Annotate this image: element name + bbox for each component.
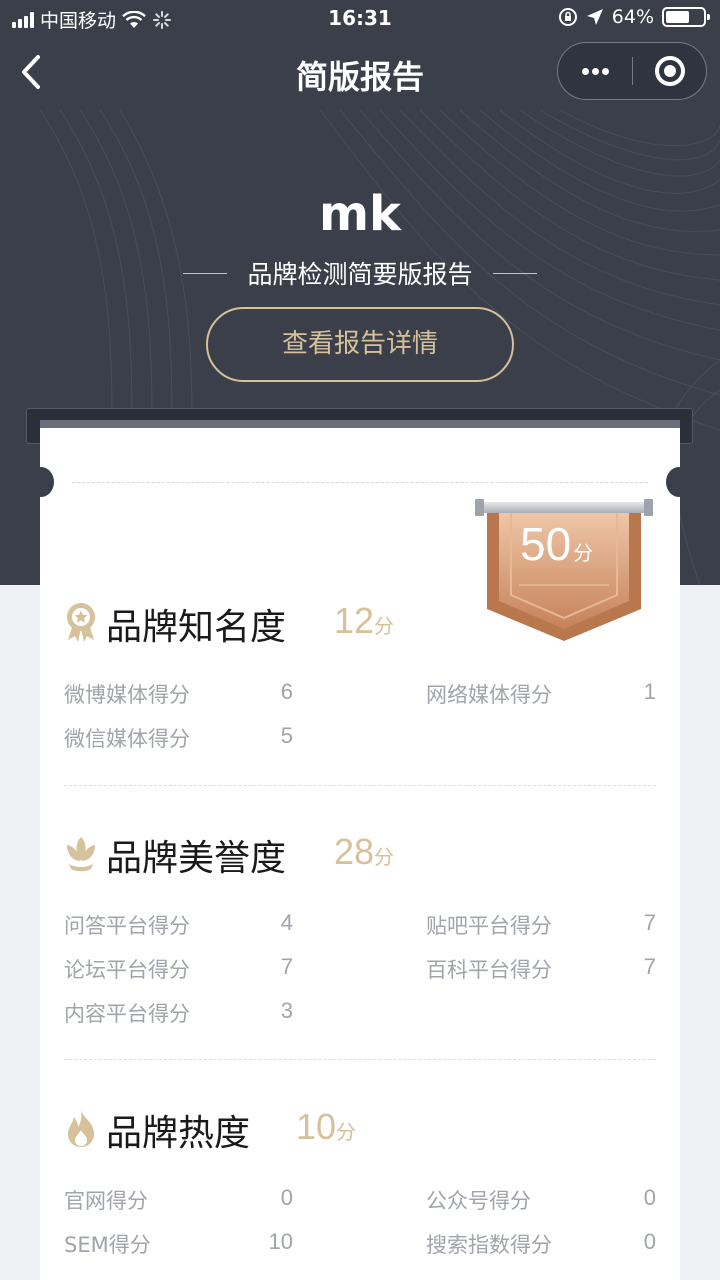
metric-official-website: 官网得分 0 (64, 1185, 293, 1215)
section-divider (64, 1059, 656, 1060)
metric-qa-platform: 问答平台得分 4 (64, 910, 293, 940)
metric-value: 7 (643, 954, 656, 979)
subtitle-line-right (492, 272, 537, 274)
subtitle-line-left (183, 272, 228, 274)
section-title: 品牌热度 (106, 1113, 251, 1154)
ticket-tear-line (72, 482, 648, 483)
metric-label: 公众号得分 (426, 1189, 531, 1213)
status-bar: 中国移动 16:31 64% (0, 0, 720, 36)
metric-label: 问答平台得分 (64, 914, 190, 938)
view-report-details-button[interactable]: 查看报告详情 (206, 307, 514, 382)
metric-label: 微博媒体得分 (64, 683, 190, 707)
section-divider (64, 785, 656, 786)
section-brand-reputation: 品牌美誉度 28分 (64, 829, 658, 879)
section-brand-awareness: 品牌知名度 12分 (64, 598, 658, 648)
metric-encyclopedia-platform: 百科平台得分 7 (426, 954, 656, 984)
metric-value: 7 (280, 954, 293, 979)
ticket-notch-right (666, 467, 692, 497)
total-score-unit: 分 (573, 541, 594, 565)
rotation-lock-icon (558, 8, 577, 26)
award-medal-icon (67, 603, 95, 642)
chevron-left-icon (22, 55, 40, 89)
metric-value: 1 (643, 679, 656, 704)
metric-web-media: 网络媒体得分 1 (426, 679, 656, 709)
metric-wechat-media: 微信媒体得分 5 (64, 723, 293, 753)
navigation-bar: 简版报告 (0, 36, 720, 110)
section-score-value: 28 (334, 831, 375, 872)
metric-tieba-platform: 贴吧平台得分 7 (426, 910, 656, 940)
metric-value: 3 (280, 998, 293, 1023)
total-score-value: 50 (520, 518, 572, 570)
metric-label: 官网得分 (64, 1189, 148, 1213)
metric-value: 0 (280, 1185, 293, 1210)
metric-value: 0 (643, 1185, 656, 1210)
metric-label: 内容平台得分 (64, 1002, 190, 1026)
report-subtitle: 品牌检测简要版报告 (0, 255, 720, 291)
metric-value: 10 (268, 1229, 293, 1254)
section-score-unit: 分 (374, 614, 395, 638)
section-score: 28分 (334, 831, 394, 873)
section-score-value: 10 (296, 1106, 337, 1147)
total-score: 50 分 (520, 517, 620, 571)
section-score-unit: 分 (374, 845, 395, 869)
section-title: 品牌知名度 (106, 607, 287, 648)
battery-percent: 64% (611, 6, 654, 28)
section-score-unit: 分 (336, 1120, 357, 1144)
metric-value: 6 (280, 679, 293, 704)
ticket-notch-left (28, 467, 54, 497)
metric-value: 7 (643, 910, 656, 935)
flame-icon (68, 1110, 94, 1147)
section-score: 10分 (296, 1106, 356, 1148)
section-brand-popularity: 品牌热度 10分 (64, 1104, 658, 1154)
location-arrow-icon (586, 9, 603, 25)
ticket-slot-shadow (40, 420, 680, 428)
section-title: 品牌美誉度 (106, 838, 287, 879)
miniprogram-capsule (557, 42, 707, 100)
battery-icon (662, 7, 710, 27)
brand-name: mk (319, 186, 401, 242)
section-score-value: 12 (334, 600, 375, 641)
section-header: 品牌热度 10分 (64, 1104, 658, 1154)
section-score: 12分 (334, 600, 394, 642)
metric-search-index: 搜索指数得分 0 (426, 1229, 656, 1259)
back-button[interactable] (14, 52, 54, 92)
lotus-flower-icon (67, 837, 95, 872)
metric-label: 搜索指数得分 (426, 1233, 552, 1257)
metric-label: 论坛平台得分 (64, 958, 190, 982)
metric-weibo-media: 微博媒体得分 6 (64, 679, 293, 709)
report-subtitle-text: 品牌检测简要版报告 (247, 260, 473, 289)
metric-sem: SEM得分 10 (64, 1229, 293, 1259)
metric-label: 微信媒体得分 (64, 727, 190, 751)
metric-label: 贴吧平台得分 (426, 914, 552, 938)
metric-value: 5 (280, 723, 293, 748)
more-options-button[interactable] (558, 43, 633, 99)
metric-label: SEM得分 (64, 1233, 151, 1257)
section-header: 品牌知名度 12分 (64, 598, 658, 648)
metric-value: 4 (280, 910, 293, 935)
metric-label: 网络媒体得分 (426, 683, 552, 707)
section-header: 品牌美誉度 28分 (64, 829, 658, 879)
metric-forum-platform: 论坛平台得分 7 (64, 954, 293, 984)
metric-label: 百科平台得分 (426, 958, 552, 982)
metric-official-account: 公众号得分 0 (426, 1185, 656, 1215)
metric-content-platform: 内容平台得分 3 (64, 998, 293, 1028)
close-miniprogram-button[interactable] (633, 43, 708, 99)
metric-value: 0 (643, 1229, 656, 1254)
